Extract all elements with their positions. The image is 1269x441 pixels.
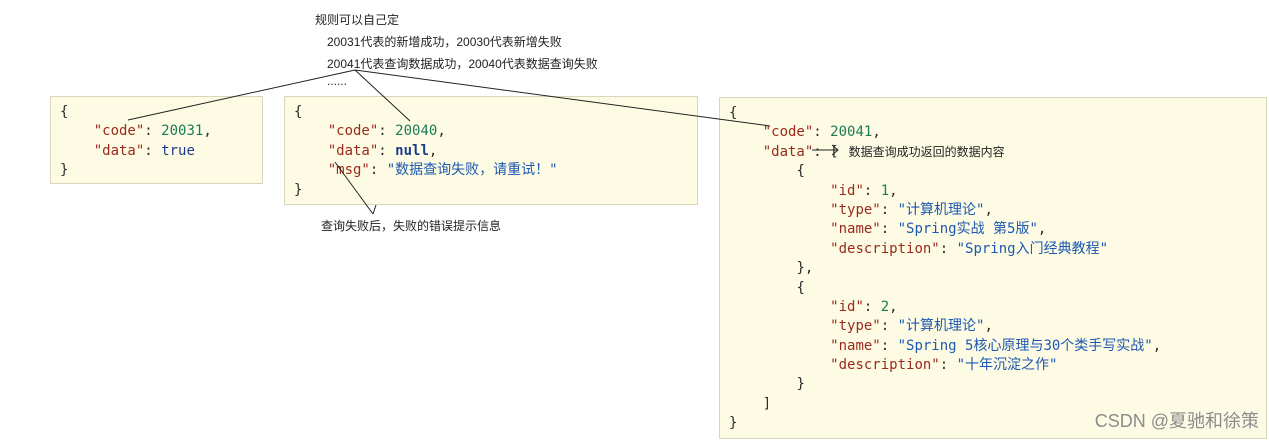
data-line: "data": true (93, 142, 195, 159)
data-content-note: 数据查询成功返回的数据内容 (848, 144, 1005, 159)
item-name-line: "name": "Spring实战 第5版", (830, 221, 1047, 238)
data-line: "data": [数据查询成功返回的数据内容 (762, 143, 1005, 160)
watermark: CSDN @夏驰和徐策 (1094, 411, 1259, 431)
item-type-line: "type": "计算机理论", (830, 201, 993, 218)
item-close: } (796, 376, 805, 393)
brace-close: } (294, 181, 303, 198)
data-line: "data": null, (327, 142, 438, 159)
rules-note-line3: 20041代表查询数据成功，20040代表数据查询失败 (327, 57, 598, 71)
item-open: { (796, 163, 805, 180)
item-close: }, (796, 260, 814, 277)
rules-note-line2: 20031代表的新增成功，20030代表新增失败 (327, 35, 562, 49)
item-desc-line: "description": "Spring入门经典教程" (830, 240, 1109, 257)
connector-fail-note-b (372, 204, 377, 215)
json-box-add-success: { "code": 20031, "data": true } (50, 96, 263, 184)
brace-open: { (294, 104, 303, 120)
brace-open: { (729, 105, 738, 121)
code-line: "code": 20040, (327, 123, 446, 140)
item-type-line: "type": "计算机理论", (830, 318, 993, 335)
json-box-query-fail: { "code": 20040, "data": null, "msg": "数… (284, 96, 698, 205)
rules-note: 规则可以自己定 20031代表的新增成功，20030代表新增失败 20041代表… (315, 9, 598, 87)
item-desc-line: "description": "十年沉淀之作" (830, 357, 1058, 374)
brace-close: } (60, 162, 69, 179)
fail-message-note: 查询失败后，失败的错误提示信息 (321, 219, 502, 233)
rules-note-line4: ...... (327, 74, 348, 88)
item-id-line: "id": 1, (830, 182, 898, 199)
msg-line: "msg": "数据查询失败，请重试！" (327, 162, 558, 179)
rules-note-line1: 规则可以自己定 (315, 13, 400, 27)
item-open: { (796, 279, 805, 296)
brace-open: { (60, 104, 69, 120)
code-line: "code": 20031, (93, 123, 212, 140)
item-id-line: "id": 2, (830, 298, 898, 315)
json-box-query-success: { "code": 20041, "data": [数据查询成功返回的数据内容 … (719, 97, 1267, 439)
item-name-line: "name": "Spring 5核心原理与30个类手写实战", (830, 337, 1162, 354)
code-line: "code": 20041, (762, 124, 881, 141)
